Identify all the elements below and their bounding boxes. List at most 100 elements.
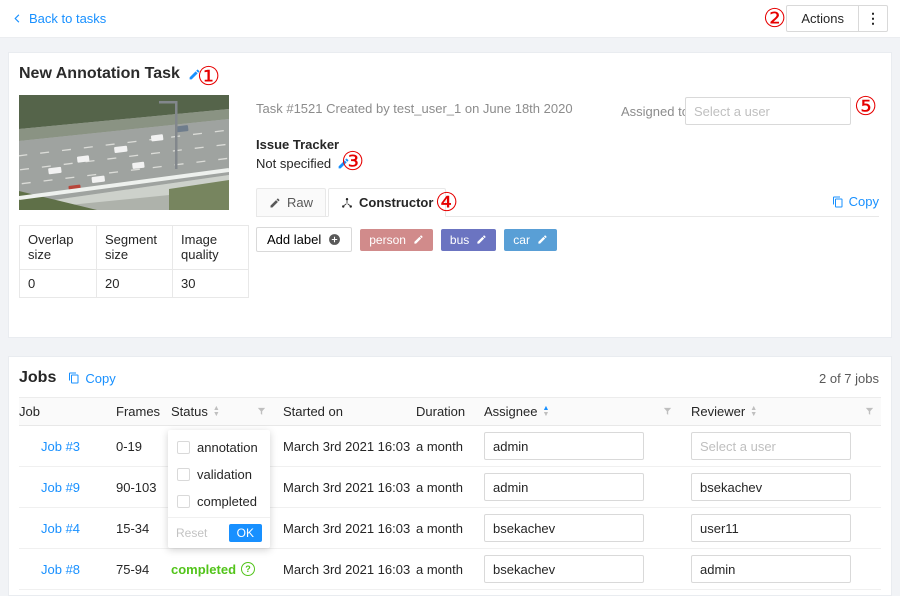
- column-assignee: Assignee ▲▼: [484, 404, 691, 419]
- tab-raw-label: Raw: [287, 195, 313, 210]
- label-constructor-row: Add label person bus car: [256, 227, 557, 252]
- param-value: 20: [97, 270, 173, 298]
- tab-constructor[interactable]: Constructor: [328, 188, 446, 217]
- column-status-label: Status: [171, 404, 208, 419]
- param-header: Segment size: [97, 226, 173, 270]
- column-status: Status ▲▼: [171, 404, 283, 419]
- actions-button[interactable]: Actions: [787, 6, 858, 31]
- jobs-table-header: Job Frames Status ▲▼ Started on Duration…: [19, 397, 881, 426]
- reviewer-input[interactable]: [691, 432, 851, 460]
- actions-button-group: Actions ⋮: [786, 5, 888, 32]
- copy-label: Copy: [85, 371, 115, 386]
- sort-down-icon: ▼: [750, 412, 757, 418]
- column-started: Started on: [283, 404, 416, 419]
- task-assignee-input[interactable]: [685, 97, 851, 125]
- frames-cell: 75-94: [116, 562, 171, 577]
- back-to-tasks-link[interactable]: Back to tasks: [12, 11, 106, 26]
- column-duration: Duration: [416, 404, 484, 419]
- tab-constructor-label: Constructor: [359, 195, 433, 210]
- edit-pencil-icon[interactable]: [476, 234, 487, 245]
- column-reviewer: Reviewer ▲▼: [691, 404, 881, 419]
- checkbox[interactable]: [177, 468, 190, 481]
- assignee-input[interactable]: [484, 473, 644, 501]
- task-parameters-table: Overlap size Segment size Image quality …: [19, 225, 249, 298]
- callout-1: ①: [197, 64, 220, 90]
- issue-tracker-label: Issue Tracker: [256, 137, 339, 152]
- started-cell: March 3rd 2021 16:03: [283, 480, 416, 495]
- sort-control[interactable]: ▲▼: [542, 406, 549, 418]
- assignee-input[interactable]: [484, 555, 644, 583]
- back-label: Back to tasks: [29, 11, 106, 26]
- frames-cell: 0-19: [116, 439, 171, 454]
- frames-cell: 15-34: [116, 521, 171, 536]
- assignee-input[interactable]: [484, 514, 644, 542]
- sort-down-icon: ▼: [213, 412, 220, 418]
- filter-option-completed[interactable]: completed: [168, 488, 270, 515]
- tab-raw[interactable]: Raw: [256, 188, 326, 217]
- assigned-to-label: Assigned to: [621, 104, 689, 119]
- jobs-count: 2 of 7 jobs: [819, 371, 879, 386]
- column-job: Job: [19, 404, 116, 419]
- sort-control[interactable]: ▲▼: [213, 406, 220, 418]
- reviewer-input[interactable]: [691, 514, 851, 542]
- job-link[interactable]: Job #9: [41, 480, 80, 495]
- column-assignee-label: Assignee: [484, 404, 537, 419]
- duration-cell: a month: [416, 480, 484, 495]
- task-preview-image: [19, 95, 229, 210]
- status-completed: completed ?: [171, 562, 255, 577]
- filter-option-annotation[interactable]: annotation: [168, 434, 270, 461]
- job-link[interactable]: Job #8: [41, 562, 80, 577]
- copy-labels-link[interactable]: Copy: [832, 194, 879, 209]
- jobs-header: Jobs Copy 2 of 7 jobs: [19, 369, 879, 387]
- status-text: completed: [171, 562, 236, 577]
- checkbox[interactable]: [177, 441, 190, 454]
- assignee-input[interactable]: [484, 432, 644, 460]
- jobs-card: Jobs Copy 2 of 7 jobs Job Frames Status …: [8, 356, 892, 596]
- started-cell: March 3rd 2021 16:03: [283, 562, 416, 577]
- copy-jobs-link[interactable]: Copy: [68, 371, 115, 386]
- job-link[interactable]: Job #4: [41, 521, 80, 536]
- table-row: Job #9 90-103 March 3rd 2021 16:03 a mon…: [19, 467, 881, 508]
- status-filter-dropdown: annotation validation completed Reset OK: [168, 430, 270, 548]
- callout-2: ②: [763, 6, 786, 32]
- edit-pencil-icon[interactable]: [537, 234, 548, 245]
- issue-tracker-value: Not specified: [256, 156, 331, 171]
- started-cell: March 3rd 2021 16:03: [283, 521, 416, 536]
- more-menu-icon[interactable]: ⋮: [859, 6, 887, 31]
- label-tag-text: person: [369, 233, 406, 247]
- edit-pencil-icon[interactable]: [413, 234, 424, 245]
- sort-control[interactable]: ▲▼: [750, 406, 757, 418]
- duration-cell: a month: [416, 521, 484, 536]
- status-cell: completed ?: [171, 562, 283, 577]
- filter-option-label: completed: [197, 494, 257, 509]
- task-title: New Annotation Task: [19, 65, 180, 83]
- chevron-left-icon: [12, 13, 23, 24]
- table-row: Job #8 75-94 completed ? March 3rd 2021 …: [19, 549, 881, 590]
- status-filter-icon[interactable]: [256, 406, 267, 417]
- column-reviewer-label: Reviewer: [691, 404, 745, 419]
- reviewer-filter-icon[interactable]: [864, 406, 875, 417]
- job-link[interactable]: Job #3: [41, 439, 80, 454]
- jobs-title: Jobs: [19, 369, 56, 387]
- label-tag-car[interactable]: car: [504, 229, 557, 251]
- callout-5: ⑤: [854, 94, 877, 120]
- filter-option-validation[interactable]: validation: [168, 461, 270, 488]
- param-header: Overlap size: [20, 226, 97, 270]
- label-tag-text: car: [513, 233, 530, 247]
- labels-tabbar: Raw Constructor Copy: [256, 187, 879, 217]
- reviewer-input[interactable]: [691, 555, 851, 583]
- sort-down-icon: ▼: [542, 412, 549, 418]
- copy-icon: [68, 372, 80, 384]
- plus-circle-icon: [328, 233, 341, 246]
- reviewer-input[interactable]: [691, 473, 851, 501]
- assignee-filter-icon[interactable]: [662, 406, 673, 417]
- label-tag-bus[interactable]: bus: [441, 229, 496, 251]
- question-circle-icon[interactable]: ?: [241, 562, 255, 576]
- label-tag-person[interactable]: person: [360, 229, 433, 251]
- add-label-button[interactable]: Add label: [256, 227, 352, 252]
- filter-reset-button[interactable]: Reset: [176, 526, 207, 540]
- pencil-icon: [269, 197, 281, 209]
- constructor-icon: [341, 197, 353, 209]
- filter-ok-button[interactable]: OK: [229, 524, 262, 542]
- checkbox[interactable]: [177, 495, 190, 508]
